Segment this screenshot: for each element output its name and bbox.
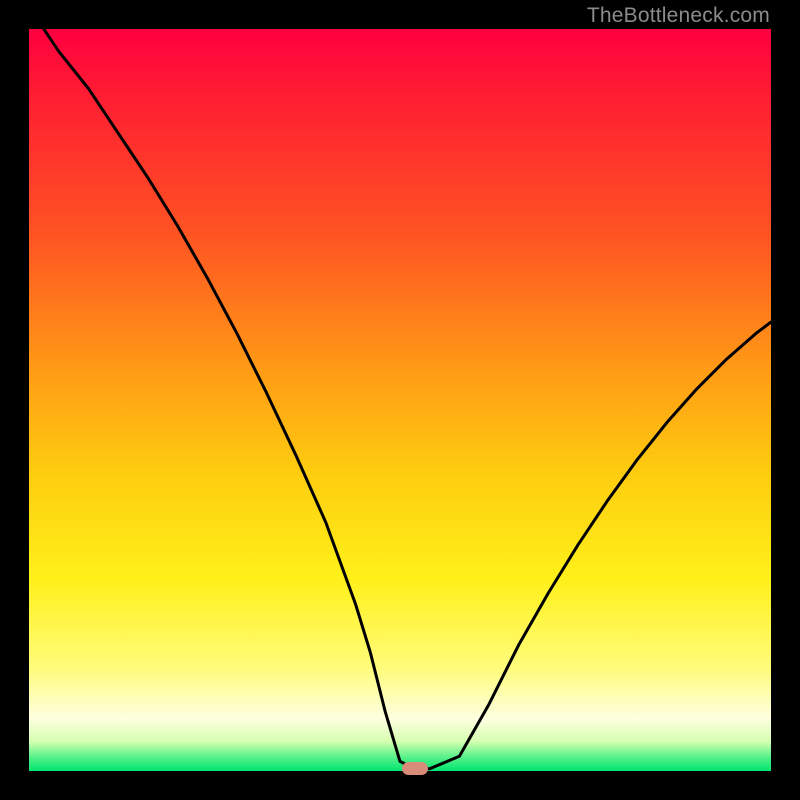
- watermark-text: TheBottleneck.com: [587, 4, 770, 28]
- plot-area: [29, 29, 771, 771]
- bottleneck-curve: [29, 29, 771, 771]
- curve-path: [44, 29, 771, 769]
- minimum-marker: [402, 762, 428, 775]
- chart-frame: TheBottleneck.com: [0, 0, 800, 800]
